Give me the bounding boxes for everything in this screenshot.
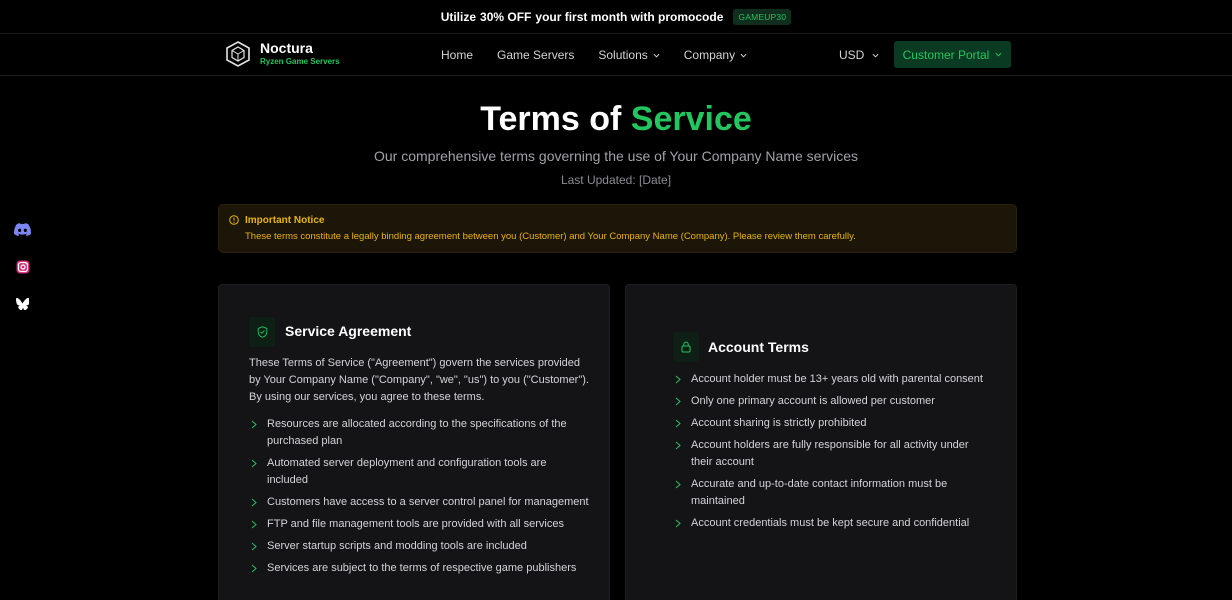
list-item-text: Services are subject to the terms of res… — [267, 562, 577, 574]
nav-company-label: Company — [683, 48, 736, 62]
portal-label: Customer Portal — [902, 47, 990, 62]
chevron-right-icon — [675, 519, 681, 528]
lock-icon-box — [673, 332, 699, 362]
service-agreement-description: These Terms of Service ("Agreement") gov… — [249, 357, 589, 403]
page-title: Terms of Service — [0, 100, 1232, 139]
chevron-right-icon — [675, 441, 681, 450]
list-item: Only one primary account is allowed per … — [673, 393, 983, 410]
account-terms-list: Account holder must be 13+ years old wit… — [673, 371, 983, 537]
service-agreement-title: Service Agreement — [285, 323, 412, 339]
important-notice: Important Notice These terms constitute … — [218, 204, 1017, 253]
promo-bar: Utilize 30% OFF your first month with pr… — [0, 0, 1232, 34]
list-item-text: Server startup scripts and modding tools… — [267, 540, 527, 552]
main-nav: Noctura Ryzen Game Servers Home Game Ser… — [0, 34, 1232, 76]
customer-portal-button[interactable]: Customer Portal — [894, 41, 1011, 68]
social-sidebar — [14, 222, 31, 311]
notice-title: Important Notice — [245, 215, 325, 226]
nav-links: Home Game Servers Solutions Company — [441, 34, 747, 76]
chevron-right-icon — [675, 419, 681, 428]
shield-check-icon — [257, 326, 267, 338]
list-item-text: Account holder must be 13+ years old wit… — [691, 373, 983, 385]
list-item-text: Automated server deployment and configur… — [267, 457, 547, 486]
service-agreement-card: Service Agreement These Terms of Service… — [218, 284, 610, 600]
page-subtitle: Our comprehensive terms governing the us… — [373, 148, 858, 164]
notice-text: These terms constitute a legally binding… — [245, 231, 856, 242]
nav-game-servers[interactable]: Game Servers — [497, 48, 574, 62]
chevron-right-icon — [675, 480, 681, 489]
currency-label: USD — [839, 48, 865, 62]
list-item: Services are subject to the terms of res… — [249, 560, 589, 577]
chevron-down-icon — [872, 53, 879, 58]
account-terms-card: Account Terms Account holder must be 13+… — [625, 284, 1017, 600]
service-agreement-list: Resources are allocated according to the… — [249, 416, 589, 582]
list-item-text: Account holders are fully responsible fo… — [691, 439, 969, 468]
list-item: FTP and file management tools are provid… — [249, 516, 589, 533]
list-item-text: Account credentials must be kept secure … — [691, 517, 970, 529]
chevron-down-icon — [653, 53, 660, 58]
list-item: Customers have access to a server contro… — [249, 494, 589, 511]
page-title-accent: Service — [630, 100, 752, 138]
chevron-right-icon — [251, 542, 257, 551]
nav-company[interactable]: Company — [684, 48, 747, 62]
promo-prefix: Utilize — [440, 9, 477, 24]
brand-name: Noctura — [260, 40, 313, 56]
page-title-plain: Terms of — [480, 100, 622, 138]
list-item: Server startup scripts and modding tools… — [249, 538, 589, 555]
list-item-text: Account sharing is strictly prohibited — [691, 417, 867, 429]
chevron-right-icon — [251, 520, 257, 529]
chevron-right-icon — [675, 375, 681, 384]
list-item-text: Resources are allocated according to the… — [267, 418, 567, 447]
chevron-right-icon — [675, 397, 681, 406]
nav-solutions[interactable]: Solutions — [598, 48, 660, 62]
chevron-right-icon — [251, 564, 257, 573]
list-item-text: Accurate and up-to-date contact informat… — [691, 478, 948, 507]
list-item-text: Only one primary account is allowed per … — [691, 395, 935, 407]
account-terms-title: Account Terms — [708, 339, 809, 355]
lock-icon — [681, 341, 691, 353]
info-circle-icon — [229, 215, 239, 225]
list-item: Account sharing is strictly prohibited — [673, 415, 983, 432]
list-item: Automated server deployment and configur… — [249, 455, 589, 489]
promo-highlight: 30% OFF — [480, 9, 532, 24]
currency-selector[interactable]: USD — [839, 34, 879, 76]
promo-suffix: your first month with promocode — [535, 9, 724, 24]
nav-game-servers-label: Game Servers — [497, 48, 575, 62]
list-item: Account holders are fully responsible fo… — [673, 437, 983, 471]
list-item: Resources are allocated according to the… — [249, 416, 589, 450]
last-updated: Last Updated: [Date] — [560, 173, 672, 187]
nav-home[interactable]: Home — [441, 48, 473, 62]
promo-code-badge[interactable]: GAMEUP30 — [733, 8, 792, 25]
shield-icon-box — [249, 317, 275, 347]
chevron-right-icon — [251, 498, 257, 507]
list-item-text: Customers have access to a server contro… — [267, 496, 589, 508]
chevron-down-icon — [740, 53, 747, 58]
nav-home-label: Home — [441, 48, 474, 62]
list-item-text: FTP and file management tools are provid… — [267, 518, 564, 530]
chevron-down-icon — [995, 52, 1002, 57]
brand-logo[interactable]: Noctura Ryzen Game Servers — [224, 40, 340, 68]
nav-solutions-label: Solutions — [598, 48, 648, 62]
list-item: Accurate and up-to-date contact informat… — [673, 476, 983, 510]
list-item: Account holder must be 13+ years old wit… — [673, 371, 983, 388]
instagram-icon[interactable] — [14, 259, 31, 274]
list-item: Account credentials must be kept secure … — [673, 515, 983, 532]
bluesky-icon[interactable] — [14, 296, 31, 311]
logo-cube-icon — [226, 41, 250, 67]
discord-icon[interactable] — [14, 222, 31, 237]
brand-tagline: Ryzen Game Servers — [260, 57, 340, 66]
chevron-right-icon — [251, 459, 257, 468]
chevron-right-icon — [251, 420, 257, 429]
